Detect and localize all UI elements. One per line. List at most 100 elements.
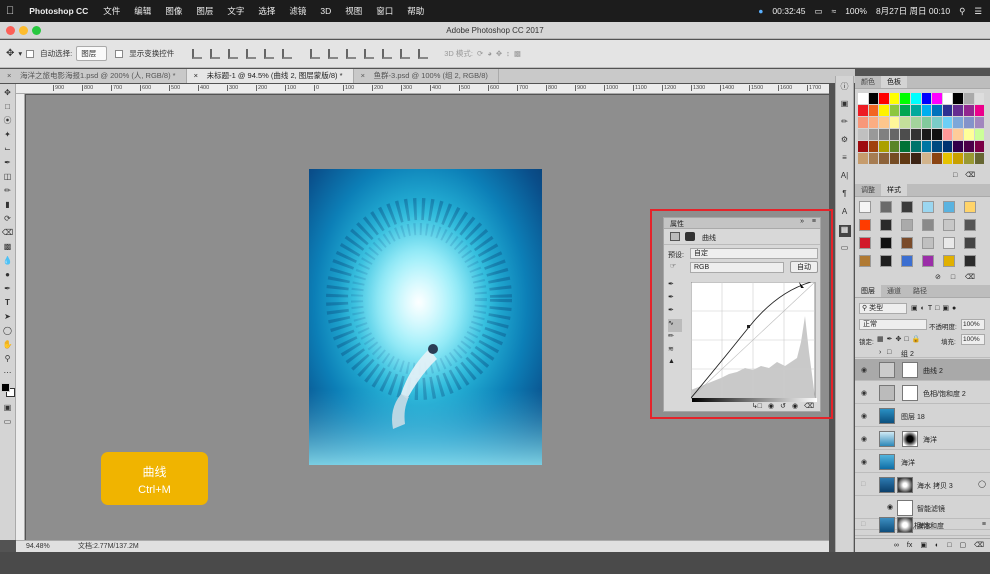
tab-styles[interactable]: 样式 (881, 184, 907, 196)
eye-icon[interactable]: ◉ (861, 435, 867, 443)
type-tool-icon[interactable]: T (2, 296, 14, 308)
color-swatch[interactable] (932, 141, 942, 152)
blur-tool-icon[interactable]: 💧 (2, 254, 14, 266)
zoom-tool-icon[interactable]: ⚲ (2, 352, 14, 364)
pen-tool-icon[interactable]: ✒ (2, 282, 14, 294)
style-preset[interactable] (859, 219, 871, 231)
align-left-icon[interactable] (246, 48, 257, 59)
color-swatch[interactable] (942, 105, 953, 116)
align-bottom-icon[interactable] (228, 48, 239, 59)
color-swatch[interactable] (889, 153, 900, 164)
move-tool-icon[interactable]: ✥ (6, 48, 14, 59)
dodge-tool-icon[interactable]: ● (2, 268, 14, 280)
color-swatch[interactable] (858, 105, 868, 116)
color-swatch[interactable] (942, 117, 953, 128)
color-swatch[interactable] (900, 117, 910, 128)
color-swatch[interactable] (964, 141, 974, 152)
style-preset[interactable] (943, 201, 955, 213)
color-swatch[interactable] (868, 141, 879, 152)
color-swatch[interactable] (911, 141, 921, 152)
color-swatch[interactable] (858, 141, 868, 152)
color-swatch[interactable] (942, 153, 953, 164)
close-icon[interactable]: × (194, 69, 198, 83)
quick-mask-icon[interactable]: ▣ (2, 402, 14, 414)
color-swatch[interactable] (868, 129, 879, 140)
style-preset[interactable] (943, 219, 955, 231)
style-preset[interactable] (901, 201, 913, 213)
hand-tool-icon[interactable]: ✋ (2, 338, 14, 350)
layer-thumbnail[interactable] (879, 454, 895, 470)
color-swatch[interactable] (858, 93, 868, 104)
menu-3d[interactable]: 3D (313, 6, 338, 16)
link-layers-icon[interactable]: ∞ (894, 539, 899, 552)
layer-row-selected[interactable]: ◉ 曲线 2 (855, 359, 990, 381)
style-preset[interactable] (880, 201, 892, 213)
styles-grid[interactable] (859, 201, 985, 273)
color-swatch[interactable] (964, 117, 974, 128)
style-preset[interactable] (922, 255, 934, 267)
style-preset[interactable] (964, 201, 976, 213)
distribute-right-icon[interactable] (400, 48, 411, 59)
color-swatch[interactable] (911, 129, 921, 140)
tab-document-3[interactable]: × 鱼群-3.psd @ 100% (组 2, RGB/8) (354, 69, 499, 83)
eye-icon[interactable]: ◉ (887, 503, 893, 511)
color-swatch[interactable] (932, 105, 942, 116)
color-swatch[interactable] (889, 93, 900, 104)
close-button[interactable] (6, 26, 15, 35)
color-swatches[interactable] (0, 380, 15, 400)
color-swatch[interactable] (879, 129, 889, 140)
pan-3d-icon[interactable]: ✥ (496, 49, 502, 58)
layer-thumbnail[interactable] (879, 408, 895, 424)
tab-paths[interactable]: 路径 (907, 285, 933, 297)
tool-preset-chevron-icon[interactable]: ▾ (18, 49, 22, 58)
menu-window[interactable]: 窗口 (369, 5, 400, 17)
wifi-icon[interactable]: ≈ (832, 6, 837, 16)
tab-layers[interactable]: 图层 (855, 285, 881, 297)
menu-edit[interactable]: 编辑 (127, 5, 158, 17)
style-preset[interactable] (943, 255, 955, 267)
color-swatch[interactable] (921, 93, 932, 104)
align-vcenter-icon[interactable] (210, 48, 221, 59)
color-swatch[interactable] (911, 117, 921, 128)
auto-select-checkbox[interactable] (26, 49, 35, 58)
new-group-icon[interactable]: □ (947, 539, 951, 552)
adjustment-layer-icon[interactable]: ◐ (935, 539, 939, 552)
color-swatch[interactable] (974, 117, 985, 128)
distribute-hcenter-icon[interactable] (382, 48, 393, 59)
color-swatch[interactable] (953, 117, 963, 128)
color-swatch[interactable] (868, 153, 879, 164)
style-preset[interactable] (901, 219, 913, 231)
layer-row[interactable]: ◉ 色相/饱和度 2 (855, 382, 990, 404)
color-swatch[interactable] (858, 129, 868, 140)
screen-mode-icon[interactable]: ▭ (2, 416, 14, 428)
color-swatch[interactable] (879, 117, 889, 128)
menu-file[interactable]: 文件 (96, 5, 127, 17)
style-preset[interactable] (880, 237, 892, 249)
distribute-vcenter-icon[interactable] (328, 48, 339, 59)
color-swatch[interactable] (868, 105, 879, 116)
properties-icon[interactable]: ▦ (838, 225, 851, 237)
glyphs-icon[interactable]: A (839, 207, 851, 219)
distribute-left-icon[interactable] (364, 48, 375, 59)
effects-icon[interactable]: ◯ (978, 480, 986, 488)
color-swatch[interactable] (964, 105, 974, 116)
color-swatch[interactable] (921, 117, 932, 128)
color-swatch[interactable] (911, 153, 921, 164)
lock-icons[interactable]: ▦✒✥□🔒 (877, 335, 923, 343)
eyedropper-tool-icon[interactable]: ✒ (2, 156, 14, 168)
color-swatch[interactable] (900, 141, 910, 152)
color-swatch[interactable] (921, 129, 932, 140)
color-swatch[interactable] (932, 129, 942, 140)
color-swatch[interactable] (964, 129, 974, 140)
eye-icon[interactable]: ◉ (861, 389, 867, 397)
auto-align-icon[interactable] (418, 48, 429, 59)
layer-mask-thumbnail[interactable] (897, 477, 913, 493)
clear-style-icon[interactable]: ⊘ (935, 274, 941, 281)
delete-style-icon[interactable]: ⌫ (965, 274, 975, 281)
layer-row[interactable]: □ 海水 拷贝 3 ◯ (855, 474, 990, 496)
layer-mask-thumbnail[interactable] (902, 431, 918, 447)
lasso-tool-icon[interactable]: ⦿ (2, 114, 14, 126)
swatches-grid[interactable] (858, 93, 986, 167)
tab-adjustments[interactable]: 调整 (855, 184, 881, 196)
paragraph-icon[interactable]: ¶ (839, 189, 851, 201)
